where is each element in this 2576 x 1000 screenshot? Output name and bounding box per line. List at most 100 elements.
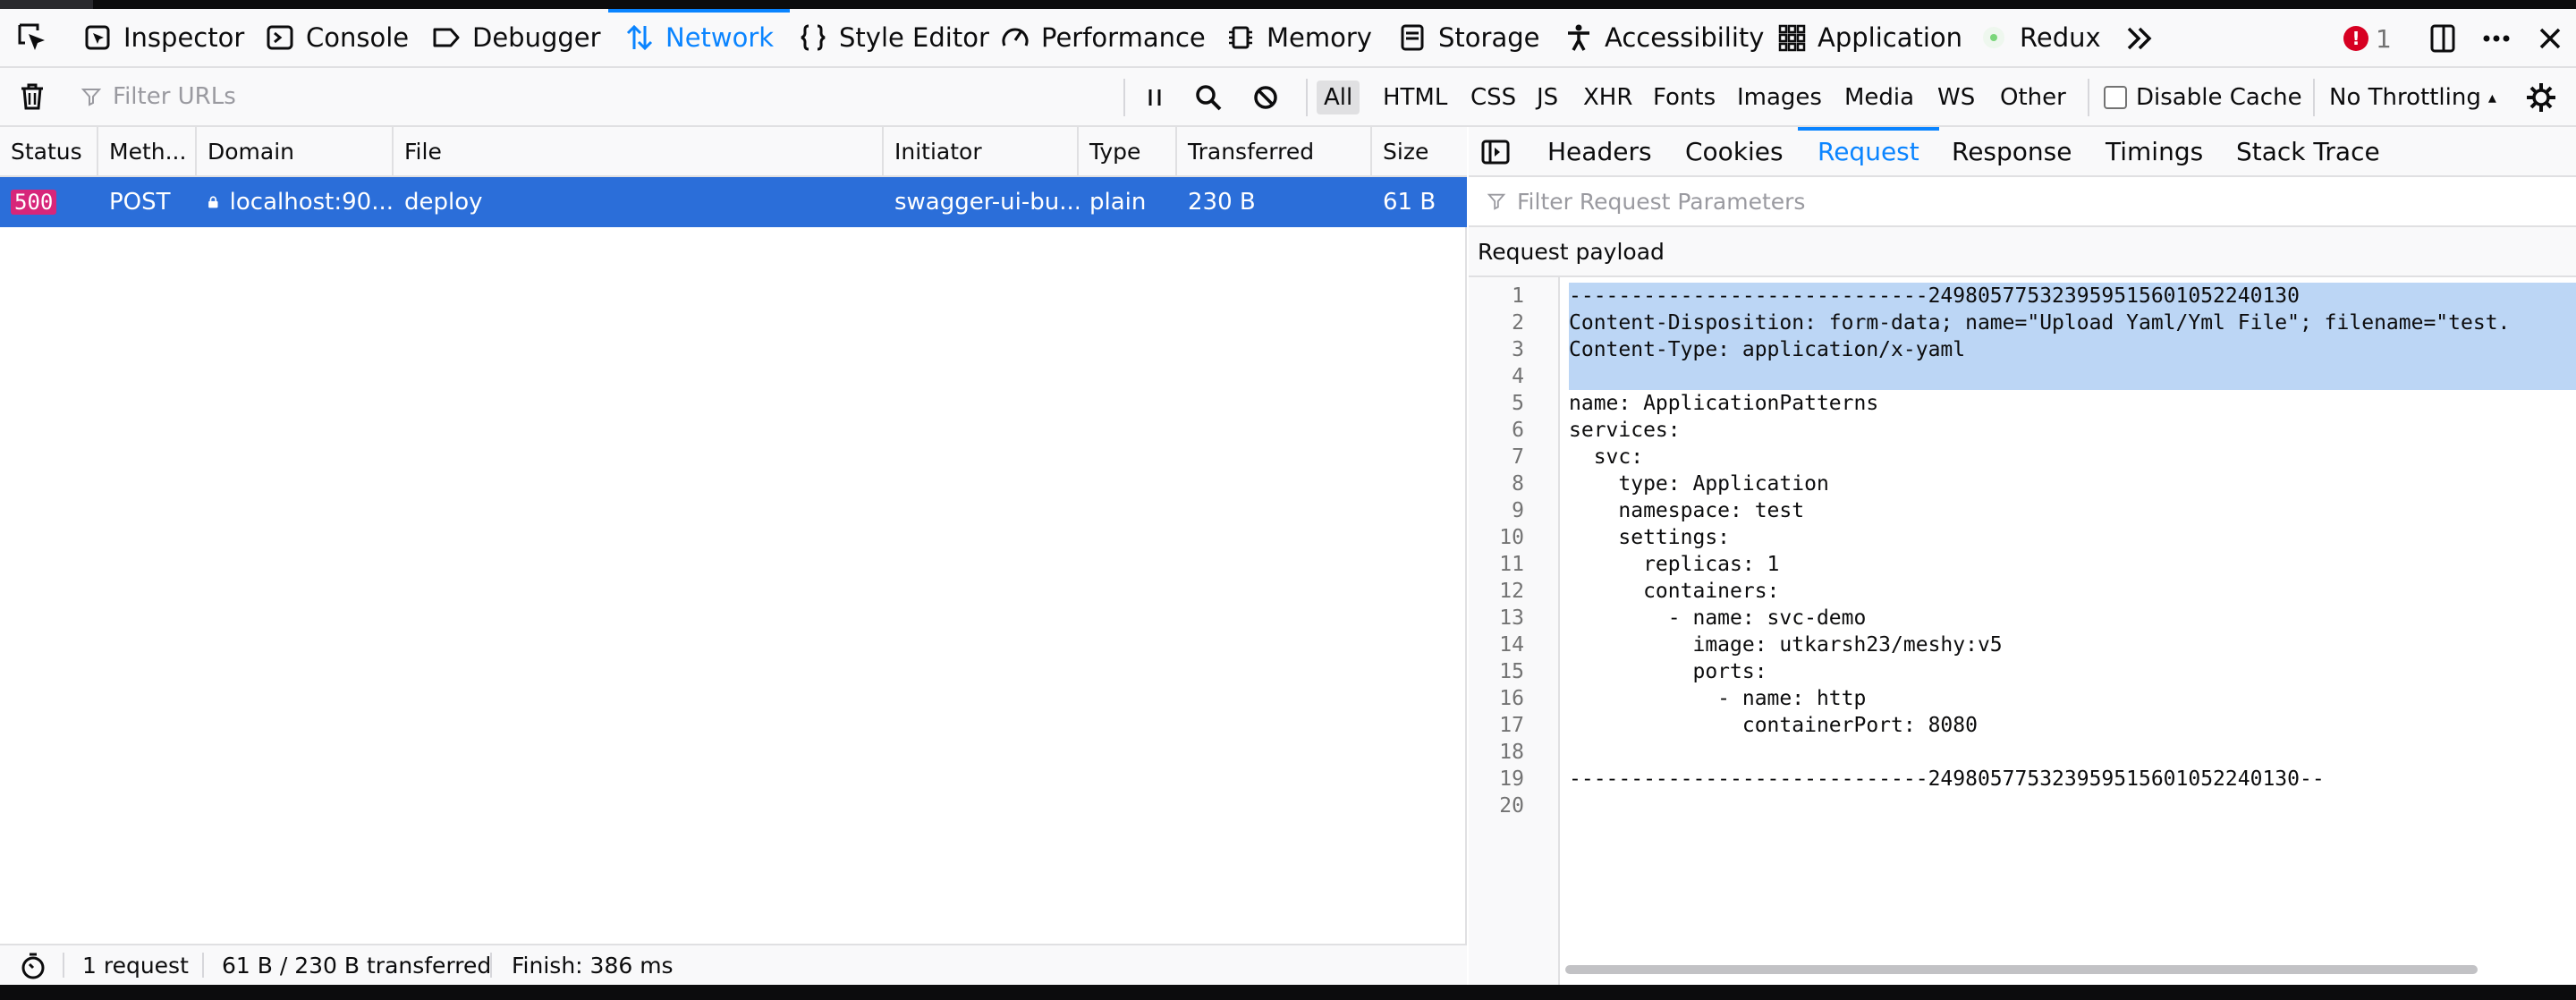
filter-type-all[interactable]: All <box>1317 81 1360 114</box>
line-text: type: Application <box>1569 472 1829 496</box>
code-line[interactable]: 4 <box>1469 363 2576 390</box>
code-line[interactable]: 19 -----------------------------249805775… <box>1469 766 2576 792</box>
column-type[interactable]: Type <box>1079 127 1177 175</box>
code-line[interactable]: 12 containers: <box>1469 578 2576 605</box>
throttling-select[interactable]: No Throttling ▴ <box>2329 81 2496 114</box>
filter-request-parameters-input[interactable]: Filter Request Parameters <box>1469 177 2576 227</box>
column-method[interactable]: Meth... <box>98 127 197 175</box>
column-domain[interactable]: Domain <box>197 127 394 175</box>
disable-cache-toggle[interactable]: Disable Cache <box>2104 81 2302 114</box>
divider <box>2313 79 2315 116</box>
cell-transferred: 230 B <box>1188 189 1256 216</box>
search-icon[interactable] <box>1193 82 1224 113</box>
column-file[interactable]: File <box>394 127 884 175</box>
element-picker-icon[interactable] <box>16 21 50 55</box>
request-list-panel: Status Meth... Domain File Initiator Typ… <box>0 127 1467 985</box>
column-initiator[interactable]: Initiator <box>884 127 1079 175</box>
code-line[interactable]: 7 svc: <box>1469 444 2576 470</box>
close-icon[interactable] <box>2533 21 2567 55</box>
filter-type-css[interactable]: CSS <box>1463 81 1523 114</box>
line-number: 5 <box>1512 392 1524 415</box>
tab-redux[interactable]: Redux <box>1979 9 2101 66</box>
accessibility-icon <box>1568 24 1589 51</box>
line-number: 12 <box>1499 580 1524 603</box>
filter-type-media[interactable]: Media <box>1837 81 1921 114</box>
tab-accessibility[interactable]: Accessibility <box>1563 9 1764 66</box>
divider <box>202 953 204 978</box>
summary-finish: Finish: 386 ms <box>512 952 674 979</box>
code-line[interactable]: 16 - name: http <box>1469 685 2576 712</box>
cell-initiator[interactable]: swagger-ui-bu... <box>884 177 1079 227</box>
code-line[interactable]: 10 settings: <box>1469 524 2576 551</box>
tab-headers[interactable]: Headers <box>1547 127 1652 175</box>
tab-label: Style Editor <box>839 22 989 53</box>
code-line[interactable]: 8 type: Application <box>1469 470 2576 497</box>
select-arrows-icon: ▴ <box>2487 88 2496 107</box>
filter-type-other[interactable]: Other <box>1993 81 2073 114</box>
code-line[interactable]: 14 image: utkarsh23/meshy:v5 <box>1469 631 2576 658</box>
filter-type-xhr[interactable]: XHR <box>1576 81 1640 114</box>
tab-application[interactable]: Application <box>1776 9 1962 66</box>
dock-side-icon[interactable] <box>2426 21 2460 55</box>
error-count-badge[interactable]: ! 1 <box>2343 21 2392 55</box>
line-number: 11 <box>1499 553 1524 576</box>
disable-cache-checkbox[interactable] <box>2104 86 2127 109</box>
code-line[interactable]: 18 <box>1469 739 2576 766</box>
filter-type-js[interactable]: JS <box>1530 81 1565 114</box>
more-options-icon[interactable] <box>2479 21 2513 55</box>
tab-network[interactable]: Network <box>607 9 791 66</box>
performance-icon <box>1002 28 1029 47</box>
tab-performance[interactable]: Performance <box>1000 9 1206 66</box>
tab-timings[interactable]: Timings <box>2106 127 2203 175</box>
filter-type-images[interactable]: Images <box>1730 81 1829 114</box>
settings-gear-icon[interactable] <box>2524 81 2558 114</box>
horizontal-scrollbar[interactable] <box>1565 965 2478 974</box>
column-transferred[interactable]: Transferred <box>1177 127 1372 175</box>
line-number: 2 <box>1512 311 1524 335</box>
stopwatch-icon[interactable] <box>18 951 48 981</box>
pause-icon[interactable] <box>1140 82 1170 113</box>
code-line[interactable]: 5 name: ApplicationPatterns <box>1469 390 2576 417</box>
tab-request[interactable]: Request <box>1798 127 1939 175</box>
payload-editor[interactable]: 1 -----------------------------2498057753… <box>1469 277 2576 985</box>
code-line[interactable]: 15 ports: <box>1469 658 2576 685</box>
code-line[interactable]: 9 namespace: test <box>1469 497 2576 524</box>
line-text: name: ApplicationPatterns <box>1569 392 1879 415</box>
code-line[interactable]: 20 <box>1469 792 2576 819</box>
more-tabs-icon[interactable] <box>2122 21 2156 55</box>
line-number: 16 <box>1499 687 1524 710</box>
column-size[interactable]: Size <box>1372 127 1467 175</box>
code-line[interactable]: 3 Content-Type: application/x-yaml <box>1469 336 2576 363</box>
code-line[interactable]: 6 services: <box>1469 417 2576 444</box>
filter-type-fonts[interactable]: Fonts <box>1646 81 1723 114</box>
code-line[interactable]: 17 containerPort: 8080 <box>1469 712 2576 739</box>
tab-stack-trace[interactable]: Stack Trace <box>2236 127 2380 175</box>
tab-debugger[interactable]: Debugger <box>431 9 601 66</box>
table-row[interactable]: 500 POST localhost:90... deploy swagger-… <box>0 177 1467 227</box>
code-line[interactable]: 11 replicas: 1 <box>1469 551 2576 578</box>
filter-urls-input[interactable]: Filter URLs <box>80 77 1109 116</box>
code-line[interactable]: 2 Content-Disposition: form-data; name="U… <box>1469 309 2576 336</box>
tab-label: Accessibility <box>1605 22 1765 53</box>
tab-response[interactable]: Response <box>1952 127 2072 175</box>
tab-cookies[interactable]: Cookies <box>1685 127 1784 175</box>
summary-transferred: 61 B / 230 B transferred <box>222 952 492 979</box>
code-line[interactable]: 1 -----------------------------2498057753… <box>1469 283 2576 309</box>
tab-style-editor[interactable]: Style Editor <box>798 9 989 66</box>
line-text: - name: http <box>1569 687 1867 710</box>
column-status[interactable]: Status <box>0 127 98 175</box>
tab-console[interactable]: Console <box>265 9 409 66</box>
clear-requests-icon[interactable] <box>16 81 48 113</box>
console-icon <box>267 25 293 50</box>
block-icon[interactable] <box>1250 82 1281 113</box>
tab-storage[interactable]: Storage <box>1397 9 1539 66</box>
tab-label: Console <box>306 22 410 53</box>
tab-memory[interactable]: Memory <box>1225 9 1372 66</box>
panel-toggle-icon[interactable] <box>1481 138 1510 166</box>
filter-type-html[interactable]: HTML <box>1376 81 1454 114</box>
tab-inspector[interactable]: Inspector <box>82 9 244 66</box>
code-line[interactable]: 13 - name: svc-demo <box>1469 605 2576 631</box>
filter-icon <box>80 89 102 106</box>
filter-type-ws[interactable]: WS <box>1930 81 1982 114</box>
line-text: svc: <box>1569 445 1644 469</box>
